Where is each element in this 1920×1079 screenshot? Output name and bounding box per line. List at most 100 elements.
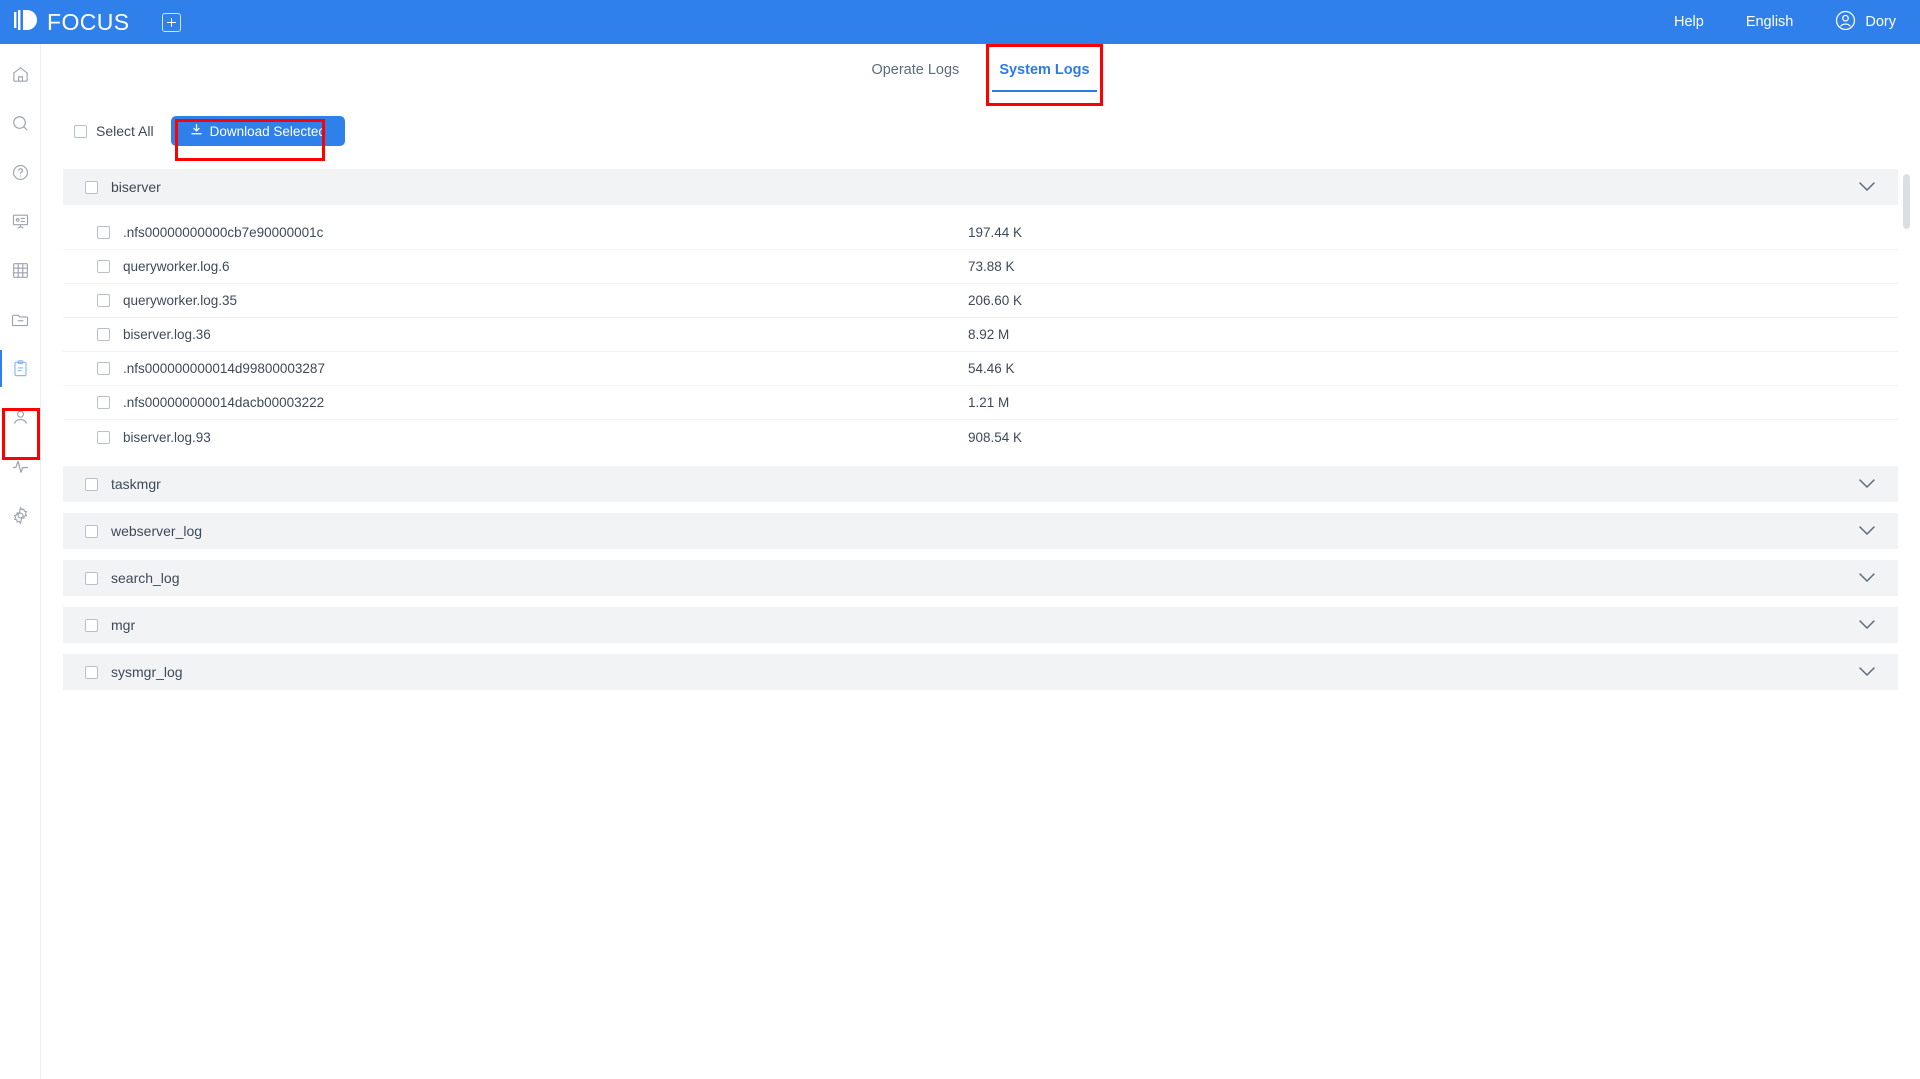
file-name: biserver.log.36	[123, 327, 211, 342]
table-row[interactable]: .nfs000000000014d99800003287 54.46 K	[63, 352, 1898, 386]
focus-logo-icon	[14, 9, 40, 36]
chevron-down-icon[interactable]	[1858, 570, 1876, 586]
file-size: 197.44 K	[968, 225, 1023, 240]
log-group: biserver .nfs00000000000cb7e90000001c 19…	[63, 169, 1898, 454]
sidebar-item-logs[interactable]	[0, 344, 41, 393]
user-name: Dory	[1865, 14, 1896, 30]
search-icon	[11, 114, 30, 133]
sidebar-item-folder[interactable]	[0, 295, 41, 344]
chevron-down-icon[interactable]	[1858, 179, 1876, 195]
group-name: webserver_log	[111, 523, 203, 539]
group-name: search_log	[111, 570, 180, 586]
group-header-biserver[interactable]: biserver	[63, 169, 1898, 205]
sidebar-item-help[interactable]	[0, 148, 41, 197]
avatar-icon	[1835, 10, 1856, 35]
table-row[interactable]: queryworker.log.6 73.88 K	[63, 250, 1898, 284]
sidebar-item-settings[interactable]	[0, 491, 41, 540]
file-checkbox[interactable]	[97, 294, 110, 307]
file-size: 54.46 K	[968, 361, 1015, 376]
group-header-webserver-log[interactable]: webserver_log	[63, 513, 1898, 549]
chevron-down-icon[interactable]	[1858, 664, 1876, 680]
file-size: 8.92 M	[968, 327, 1010, 342]
activity-icon	[11, 457, 30, 476]
presentation-icon	[11, 212, 30, 231]
file-name: queryworker.log.6	[123, 259, 230, 274]
group-checkbox[interactable]	[85, 524, 98, 538]
file-size: 73.88 K	[968, 259, 1015, 274]
sidebar-item-users[interactable]	[0, 393, 41, 442]
list-toolbar: Select All Download Selected	[41, 106, 1920, 156]
chevron-down-icon[interactable]	[1858, 476, 1876, 492]
tab-system-logs[interactable]: System Logs	[979, 44, 1109, 106]
grid-icon	[11, 261, 30, 280]
top-header-bar: FOCUS Help English Dory	[0, 0, 1920, 44]
file-name: .nfs000000000014dacb00003222	[123, 395, 325, 410]
plus-square-icon[interactable]	[161, 12, 181, 32]
sidebar-item-dashboard[interactable]	[0, 197, 41, 246]
file-checkbox[interactable]	[97, 260, 110, 273]
gear-icon	[11, 506, 30, 525]
group-header-sysmgr-log[interactable]: sysmgr_log	[63, 654, 1898, 690]
group-files-biserver: .nfs00000000000cb7e90000001c 197.44 K qu…	[63, 216, 1898, 454]
log-group: mgr	[63, 607, 1898, 643]
clipboard-icon	[11, 359, 30, 378]
group-checkbox[interactable]	[85, 180, 98, 194]
log-group: taskmgr	[63, 466, 1898, 502]
select-all-control[interactable]: Select All	[74, 123, 154, 139]
table-row[interactable]: biserver.log.36 8.92 M	[63, 318, 1898, 352]
tab-operate-logs[interactable]: Operate Logs	[851, 44, 979, 106]
group-checkbox[interactable]	[85, 665, 98, 679]
table-row[interactable]: queryworker.log.35 206.60 K	[63, 284, 1898, 318]
table-row[interactable]: biserver.log.93 908.54 K	[63, 420, 1898, 454]
group-checkbox[interactable]	[85, 571, 98, 585]
select-all-checkbox[interactable]	[74, 124, 87, 138]
chevron-down-icon[interactable]	[1858, 617, 1876, 633]
help-link[interactable]: Help	[1674, 14, 1704, 30]
file-checkbox[interactable]	[97, 328, 110, 341]
table-row[interactable]: .nfs00000000000cb7e90000001c 197.44 K	[63, 216, 1898, 250]
file-name: biserver.log.93	[123, 429, 211, 445]
table-row[interactable]: .nfs000000000014dacb00003222 1.21 M	[63, 386, 1898, 420]
question-icon	[11, 163, 30, 182]
file-name: .nfs00000000000cb7e90000001c	[123, 225, 324, 240]
home-icon	[11, 65, 30, 84]
user-icon	[11, 408, 30, 427]
file-size: 908.54 K	[968, 429, 1023, 445]
log-groups-list: biserver .nfs00000000000cb7e90000001c 19…	[63, 169, 1910, 694]
log-tabs: Operate Logs System Logs	[41, 44, 1920, 106]
file-name: queryworker.log.35	[123, 293, 238, 308]
brand-logo[interactable]: FOCUS	[14, 9, 130, 36]
main-content: Operate Logs System Logs Select All Down…	[41, 44, 1920, 1079]
download-selected-label: Download Selected	[209, 123, 326, 139]
file-checkbox[interactable]	[97, 396, 110, 409]
log-group: webserver_log	[63, 513, 1898, 549]
group-checkbox[interactable]	[85, 618, 98, 632]
sidebar-item-search[interactable]	[0, 99, 41, 148]
group-header-mgr[interactable]: mgr	[63, 607, 1898, 643]
group-header-taskmgr[interactable]: taskmgr	[63, 466, 1898, 502]
language-switcher[interactable]: English	[1746, 14, 1794, 30]
group-checkbox[interactable]	[85, 477, 98, 491]
group-header-search-log[interactable]: search_log	[63, 560, 1898, 596]
download-selected-button[interactable]: Download Selected	[170, 116, 345, 146]
file-checkbox[interactable]	[97, 430, 110, 444]
header-actions: Help English Dory	[1674, 10, 1896, 35]
file-checkbox[interactable]	[97, 226, 110, 239]
group-name: mgr	[111, 617, 136, 633]
brand-name: FOCUS	[47, 8, 130, 35]
sidebar-item-home[interactable]	[0, 50, 41, 99]
file-checkbox[interactable]	[97, 362, 110, 375]
group-name: biserver	[111, 179, 161, 195]
log-group: sysmgr_log	[63, 654, 1898, 690]
select-all-label: Select All	[96, 123, 154, 139]
sidebar-item-table[interactable]	[0, 246, 41, 295]
user-menu[interactable]: Dory	[1835, 10, 1896, 35]
file-name: .nfs000000000014d99800003287	[123, 361, 325, 376]
sidebar-item-monitor[interactable]	[0, 442, 41, 491]
chevron-down-icon[interactable]	[1858, 523, 1876, 539]
download-icon	[190, 123, 203, 139]
scrollbar-thumb[interactable]	[1903, 174, 1910, 229]
file-size: 1.21 M	[968, 395, 1010, 410]
list-scrollbar[interactable]	[1903, 174, 1910, 464]
group-name: taskmgr	[111, 476, 161, 492]
